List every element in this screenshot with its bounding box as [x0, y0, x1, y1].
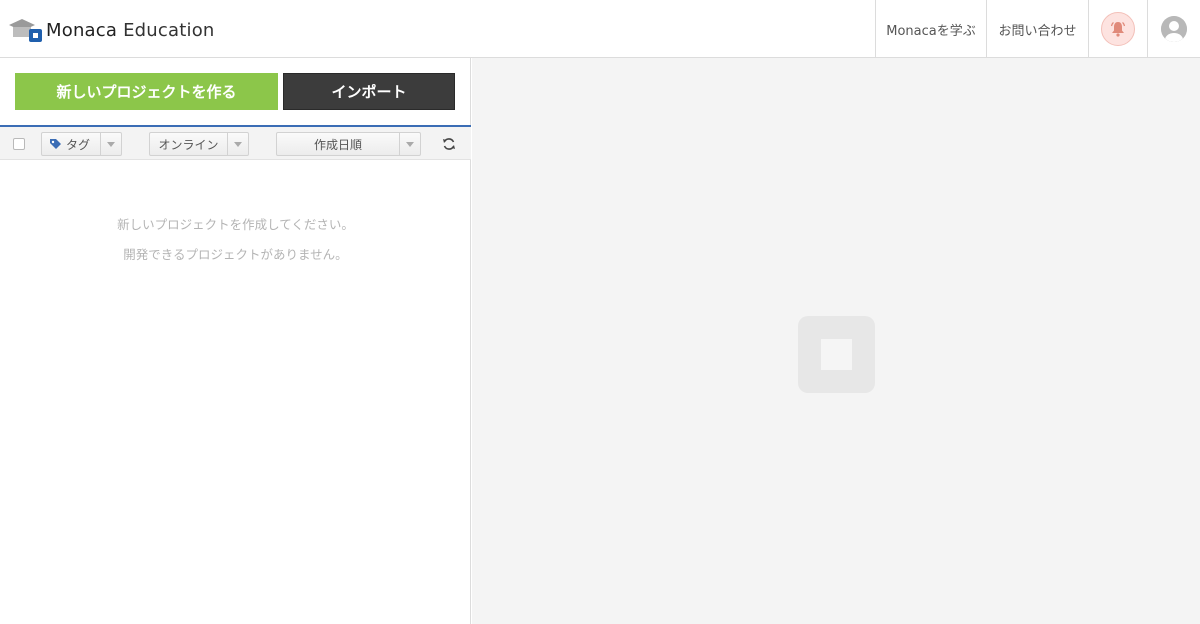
- new-project-button[interactable]: 新しいプロジェクトを作る: [15, 73, 278, 110]
- chevron-down-icon[interactable]: [100, 133, 121, 155]
- graduation-cap-logo-icon: [8, 17, 44, 43]
- project-detail-panel: [472, 58, 1200, 624]
- import-button[interactable]: インポート: [283, 73, 455, 110]
- project-list-toolbar: タグ オンライン 作成日順: [0, 125, 471, 160]
- header-nav: Monacaを学ぶ お問い合わせ: [875, 0, 1200, 58]
- nav-learn-monaca[interactable]: Monacaを学ぶ: [875, 0, 986, 58]
- tag-filter-label: タグ: [66, 137, 91, 152]
- chevron-down-icon[interactable]: [227, 133, 248, 155]
- product-name: Education: [123, 19, 215, 41]
- user-menu-button[interactable]: [1147, 0, 1200, 58]
- nav-contact[interactable]: お問い合わせ: [986, 0, 1088, 58]
- bell-icon: [1101, 12, 1135, 46]
- brand-name: Monaca: [46, 19, 118, 41]
- tag-filter-dropdown[interactable]: タグ: [41, 132, 122, 156]
- tag-icon: [50, 138, 61, 149]
- sort-order-dropdown[interactable]: 作成日順: [276, 132, 421, 156]
- empty-state-line-2: 開発できるプロジェクトがありません。: [123, 247, 348, 262]
- online-filter-dropdown[interactable]: オンライン: [149, 132, 249, 156]
- project-list-panel: 新しいプロジェクトを作る インポート タグ オンライン 作成日順 新しいプロジェ…: [0, 58, 471, 624]
- monaca-placeholder-icon: [798, 316, 875, 393]
- logo[interactable]: Monaca Education: [8, 16, 215, 44]
- online-filter-label: オンライン: [158, 137, 219, 152]
- empty-state-line-1: 新しいプロジェクトを作成してください。: [117, 217, 354, 232]
- user-avatar-icon: [1161, 16, 1187, 42]
- sort-order-label: 作成日順: [313, 137, 362, 152]
- select-all-checkbox[interactable]: [13, 138, 25, 150]
- app-header: Monaca Education Monacaを学ぶ お問い合わせ: [0, 0, 1200, 58]
- notifications-button[interactable]: [1088, 0, 1147, 58]
- refresh-icon[interactable]: [441, 136, 457, 152]
- chevron-down-icon[interactable]: [399, 133, 420, 155]
